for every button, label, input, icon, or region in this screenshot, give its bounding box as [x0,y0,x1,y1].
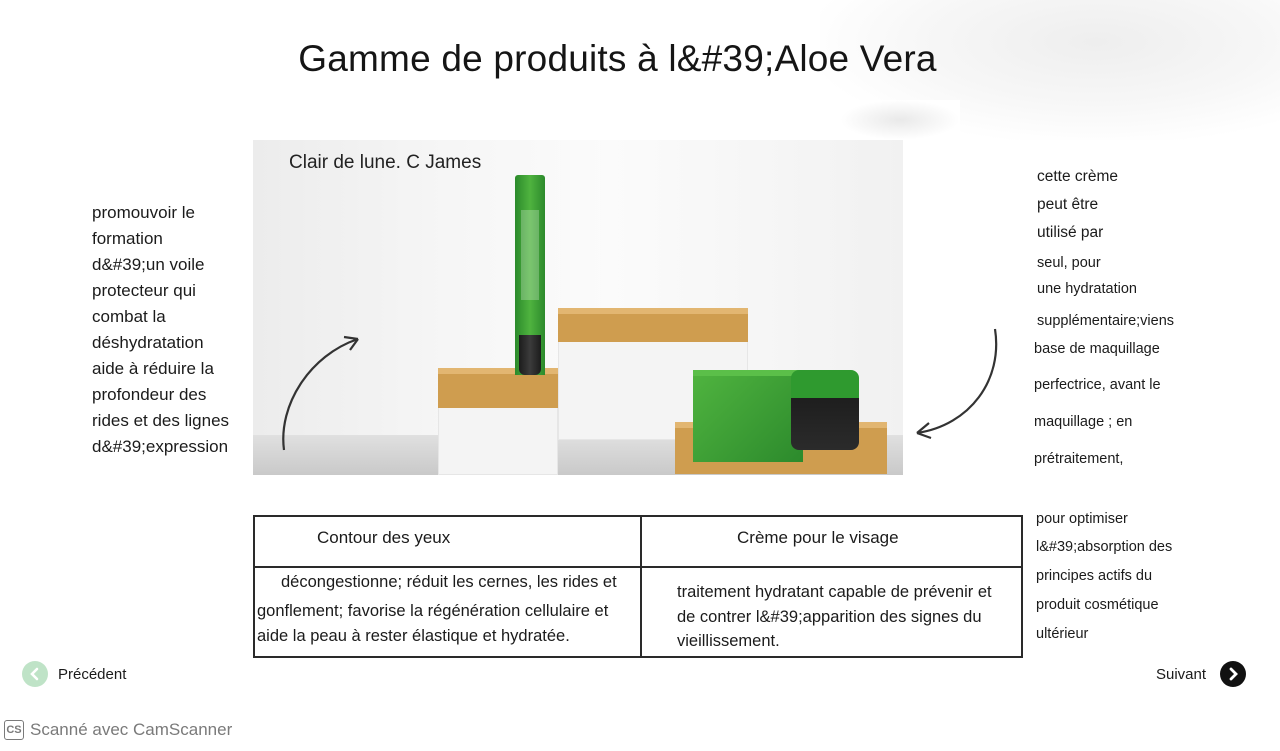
right-line: perfectrice, avant le [1034,377,1161,393]
watermark-text: Scanné avec CamScanner [30,720,233,739]
chevron-right-icon [1220,661,1247,687]
right-line: utilisé par [1037,224,1104,241]
table-cell-line: traitement hydratant capable de prévenir… [677,583,992,601]
left-line: promouvoir le [92,203,195,222]
left-line: rides et des lignes [92,411,230,430]
table-cell-line: aide la peau à rester élastique et hydra… [257,627,570,645]
right-line: maquillage ; en [1034,414,1133,430]
left-line: profondeur des [92,385,207,404]
camscanner-logo: CS [4,720,24,740]
right-line: base de maquillage [1034,341,1160,357]
previous-button[interactable]: Précédent [22,661,126,687]
right-line: produit cosmétique [1036,597,1159,613]
left-line: protecteur qui [92,281,196,300]
tube-cap [519,335,541,375]
table-divider-horizontal [255,566,1021,568]
right-line: principes actifs du [1036,568,1153,584]
left-line: déshydratation [92,333,204,352]
table-divider-vertical [640,517,642,656]
left-line: combat la [92,307,166,326]
background-haze-spot [840,100,960,140]
next-label: Suivant [1156,665,1207,683]
left-line: aide à réduire la [92,359,214,378]
right-line: peut être [1037,196,1099,213]
right-line: pour optimiser [1036,511,1128,527]
left-line: formation [92,229,163,248]
table-cell-line: vieillissement. [677,632,780,650]
table-cell-line: gonflement; favorise la régénération cel… [257,602,609,620]
photo-caption: Clair de lune. C James [289,152,482,173]
left-arrow-icon [282,335,359,451]
chevron-left-icon [22,661,48,687]
gold-pedestal-top [558,308,748,342]
right-line: l&#39;absorption des [1036,539,1173,555]
face-cream-jar [791,370,859,450]
right-line: seul, pour [1037,255,1101,271]
comparison-table: Contour des yeux Crème pour le visage dé… [253,515,1023,658]
tube-label [521,210,539,300]
left-line: d&#39;expression [92,437,229,456]
table-cell-line: décongestionne; réduit les cernes, les r… [281,573,617,591]
right-line: prétraitement, [1034,451,1124,467]
face-cream-box [693,376,803,462]
table-header-eye-contour: Contour des yeux [317,528,451,547]
page-title: Gamme de produits à l&#39;Aloe Vera [298,38,937,79]
table-header-face-cream: Crème pour le visage [737,528,899,547]
camscanner-watermark: CS Scanné avec CamScanner [4,720,232,740]
table-cell-line: de contrer l&#39;apparition des signes d… [677,608,982,626]
white-pedestal [438,402,558,475]
right-arrow-icon [916,328,998,440]
next-button[interactable]: Suivant [1156,661,1247,687]
right-line: ultérieur [1036,626,1089,642]
previous-label: Précédent [58,665,127,683]
right-line: supplémentaire;viens [1037,313,1175,329]
left-description: promouvoir le formation d&#39;un voile p… [92,200,262,460]
right-line: une hydratation [1037,281,1137,297]
right-line: cette crème [1037,168,1118,185]
left-line: d&#39;un voile [92,255,205,274]
